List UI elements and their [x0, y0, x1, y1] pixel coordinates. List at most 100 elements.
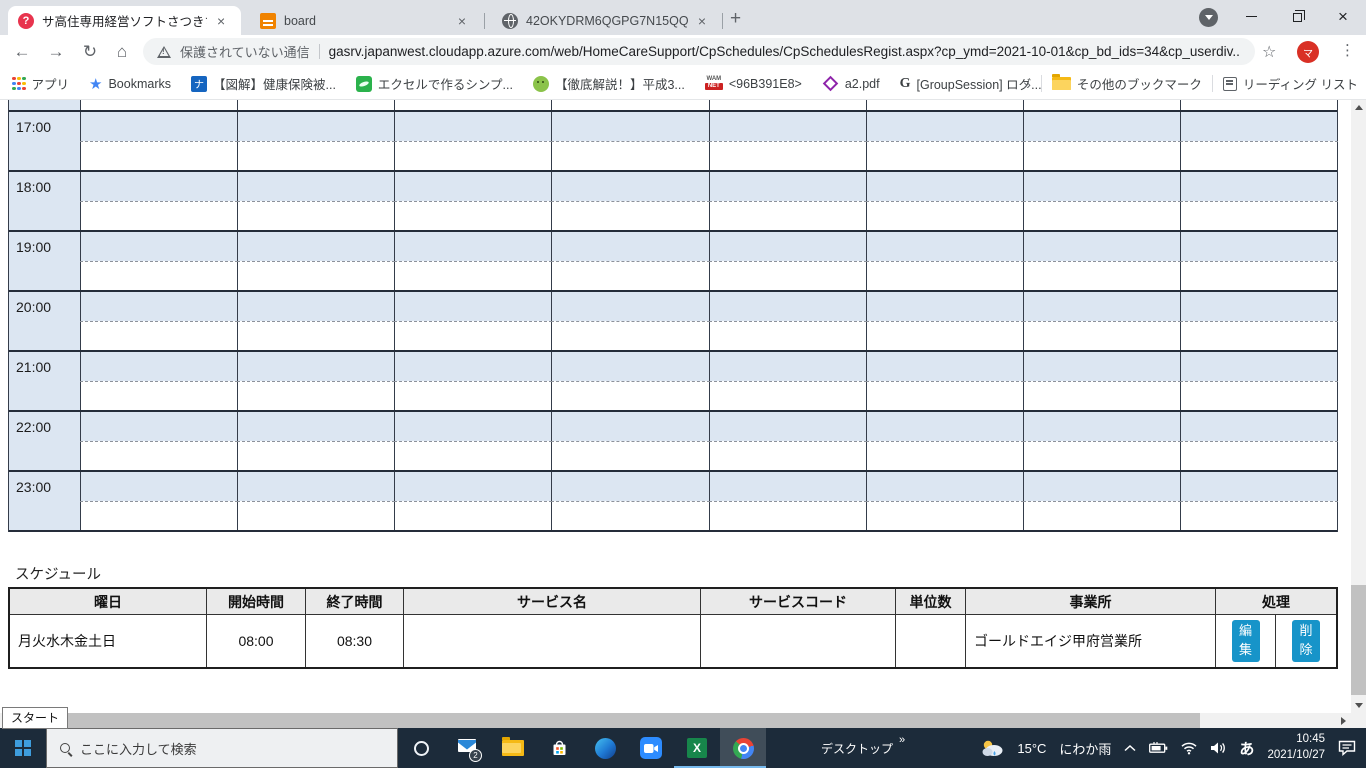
microsoft-store-button[interactable]: [536, 728, 582, 768]
calendar-cell[interactable]: [394, 112, 553, 170]
calendar-cell[interactable]: [237, 352, 396, 410]
calendar-cell[interactable]: [79, 412, 239, 470]
calendar-cell[interactable]: [79, 472, 239, 530]
calendar-cell[interactable]: [237, 412, 396, 470]
bookmark-excel[interactable]: エクセルで作るシンプ...: [355, 74, 513, 93]
calendar-cell[interactable]: [865, 412, 1024, 470]
wifi-icon[interactable]: [1181, 742, 1197, 755]
calendar-cell[interactable]: [551, 352, 710, 410]
vertical-scrollbar-thumb[interactable]: [1351, 585, 1366, 695]
desktop-expand-icon[interactable]: »: [899, 734, 905, 746]
calendar-cell[interactable]: [551, 412, 710, 470]
window-minimize-button[interactable]: [1228, 0, 1274, 33]
calendar-cell[interactable]: [708, 232, 867, 290]
tab-board[interactable]: board ×: [250, 7, 478, 35]
calendar-cell[interactable]: [1179, 472, 1339, 530]
calendar-cell[interactable]: [708, 112, 867, 170]
new-tab-button[interactable]: +: [730, 8, 741, 30]
calendar-cell[interactable]: [394, 412, 553, 470]
weather-icon[interactable]: [980, 739, 1004, 757]
reading-list-button[interactable]: リーディング リスト: [1222, 74, 1358, 93]
window-restore-button[interactable]: [1274, 0, 1320, 33]
bookmarks-overflow-icon[interactable]: »: [1023, 76, 1031, 92]
vertical-scrollbar[interactable]: [1351, 100, 1366, 713]
calendar-cell[interactable]: [865, 172, 1024, 230]
edge-button[interactable]: [582, 728, 628, 768]
other-bookmarks-button[interactable]: その他のブックマーク: [1051, 74, 1202, 93]
calendar-cell[interactable]: [551, 292, 710, 350]
scroll-right-icon[interactable]: [1341, 716, 1346, 725]
calendar-cell[interactable]: [1022, 412, 1182, 470]
calendar-cell[interactable]: [79, 172, 239, 230]
bookmark-kenkouhoken[interactable]: ナ 【図解】健康保険被...: [191, 74, 336, 93]
tab-close-icon[interactable]: ×: [456, 13, 468, 29]
calendar-cell[interactable]: [237, 172, 396, 230]
action-center-icon[interactable]: [1338, 740, 1356, 756]
calendar-cell[interactable]: [551, 232, 710, 290]
cortana-button[interactable]: [398, 728, 444, 768]
browser-menu-icon[interactable]: ⋮: [1340, 41, 1355, 59]
tab-close-icon[interactable]: ×: [215, 13, 227, 29]
calendar-cell[interactable]: [237, 232, 396, 290]
calendar-cell[interactable]: [1179, 412, 1339, 470]
calendar-cell[interactable]: [708, 292, 867, 350]
calendar-cell[interactable]: [708, 172, 867, 230]
calendar-cell[interactable]: [1022, 172, 1182, 230]
calendar-cell[interactable]: [1179, 352, 1339, 410]
not-secure-warning-icon[interactable]: [157, 45, 171, 58]
bookmark-apps[interactable]: アプリ: [12, 74, 69, 93]
calendar-cell[interactable]: [1179, 172, 1339, 230]
reload-icon[interactable]: ↻: [76, 38, 104, 66]
horizontal-scrollbar-thumb[interactable]: [15, 713, 1200, 728]
mail-app-button[interactable]: 2: [444, 728, 490, 768]
video-app-button[interactable]: [628, 728, 674, 768]
excel-taskbar-button[interactable]: X: [674, 728, 720, 768]
calendar-cell[interactable]: [1022, 232, 1182, 290]
calendar-cell[interactable]: [1179, 292, 1339, 350]
calendar-cell[interactable]: [237, 472, 396, 530]
calendar-cell[interactable]: [708, 352, 867, 410]
calendar-cell[interactable]: [237, 112, 396, 170]
delete-button[interactable]: 削除: [1292, 620, 1320, 662]
bookmark-bookmarks-folder[interactable]: ★ Bookmarks: [89, 75, 171, 93]
url-text[interactable]: gasrv.japanwest.cloudapp.azure.com/web/H…: [329, 44, 1241, 59]
calendar-cell[interactable]: [394, 472, 553, 530]
edit-button[interactable]: 編集: [1231, 620, 1260, 662]
file-explorer-button[interactable]: [490, 728, 536, 768]
battery-icon[interactable]: [1149, 742, 1168, 754]
calendar-cell[interactable]: [708, 472, 867, 530]
hidden-icons-chevron-icon[interactable]: [1124, 744, 1136, 752]
taskbar-clock[interactable]: 10:45 2021/10/27: [1267, 732, 1325, 763]
back-icon[interactable]: ←: [8, 38, 36, 66]
calendar-cell[interactable]: [394, 232, 553, 290]
calendar-cell[interactable]: [708, 412, 867, 470]
address-bar[interactable]: 保護されていない通信 gasrv.japanwest.cloudapp.azur…: [143, 38, 1255, 65]
chrome-taskbar-button[interactable]: [720, 728, 766, 768]
calendar-cell[interactable]: [1179, 112, 1339, 170]
bookmark-star-icon[interactable]: ☆: [1262, 42, 1276, 62]
calendar-cell[interactable]: [237, 292, 396, 350]
ime-indicator[interactable]: あ: [1239, 738, 1254, 759]
volume-icon[interactable]: [1210, 741, 1226, 755]
scroll-up-icon[interactable]: [1354, 105, 1363, 110]
calendar-cell[interactable]: [551, 472, 710, 530]
calendar-cell[interactable]: [79, 292, 239, 350]
calendar-cell[interactable]: [865, 292, 1024, 350]
calendar-cell[interactable]: [79, 112, 239, 170]
calendar-cell[interactable]: [551, 112, 710, 170]
calendar-cell[interactable]: [79, 352, 239, 410]
calendar-cell[interactable]: [865, 232, 1024, 290]
taskbar-search-input[interactable]: ここに入力して検索: [46, 728, 398, 768]
window-close-button[interactable]: ×: [1320, 0, 1366, 33]
tab-close-icon[interactable]: ×: [696, 13, 708, 29]
calendar-cell[interactable]: [1022, 292, 1182, 350]
weather-temp[interactable]: 15°C: [1017, 741, 1046, 756]
desktop-toolbar[interactable]: デスクトップ »: [821, 734, 905, 757]
tab-satsuki[interactable]: ? サ高住専用経営ソフトさつきちゃん ×: [8, 6, 241, 35]
profile-avatar[interactable]: マ: [1297, 41, 1319, 63]
bookmark-wamnet[interactable]: WAM NET <96B391E8>: [704, 76, 802, 92]
weather-desc[interactable]: にわか雨: [1059, 739, 1111, 758]
start-button[interactable]: [0, 728, 46, 768]
tab-42okydrm[interactable]: 42OKYDRM6QGPG7N15QQE7Z9... ×: [492, 7, 718, 35]
forward-icon[interactable]: →: [42, 38, 70, 66]
